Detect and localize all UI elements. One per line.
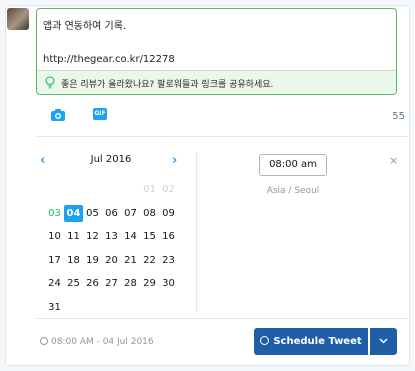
calendar-day-09[interactable]: 09: [159, 205, 178, 222]
gif-button[interactable]: GIF: [93, 108, 107, 120]
calendar-day-05[interactable]: 05: [83, 205, 102, 222]
calendar-day-31[interactable]: 31: [45, 299, 64, 316]
schedule-tweet-label: Schedule Tweet: [273, 336, 362, 347]
calendar-day-04[interactable]: 04: [64, 204, 83, 222]
calendar-day-03[interactable]: 03: [45, 205, 64, 222]
calendar-day-07[interactable]: 07: [121, 205, 140, 222]
next-month-button[interactable]: ›: [172, 153, 177, 168]
clock-icon: [40, 337, 48, 345]
calendar-empty-cell: [121, 181, 140, 198]
divider: [36, 136, 408, 137]
clock-icon: [260, 336, 270, 345]
calendar-grid: 01 02 03 04 05 06 07 08 09 10 11 12 13 14 15 16 17 18 19 20…: [45, 181, 178, 322]
calendar-day-10[interactable]: 10: [45, 228, 64, 245]
calendar-empty-cell: [83, 181, 102, 198]
calendar-empty-cell: [102, 181, 121, 198]
schedule-tweet-button[interactable]: Schedule Tweet: [254, 328, 368, 355]
calendar-day-22[interactable]: 22: [140, 252, 159, 269]
calendar-day-26[interactable]: 26: [83, 275, 102, 292]
calendar-day-30[interactable]: 30: [159, 275, 178, 292]
lightbulb-icon: [45, 76, 55, 89]
user-avatar: [7, 8, 29, 30]
calendar-day-21[interactable]: 21: [121, 252, 140, 269]
timezone-label: Asia / Seoul: [266, 186, 320, 196]
calendar-day-12[interactable]: 12: [83, 228, 102, 245]
calendar-day-19[interactable]: 19: [83, 252, 102, 269]
calendar-day-28[interactable]: 28: [121, 275, 140, 292]
calendar-day-17[interactable]: 17: [45, 252, 64, 269]
character-count: 55: [392, 111, 405, 122]
calendar-day-08[interactable]: 08: [140, 205, 159, 222]
calendar-day-27[interactable]: 27: [102, 275, 121, 292]
footer-divider: [36, 318, 408, 319]
scheduled-time-summary: 08:00 AM - 04 Jul 2016: [40, 337, 154, 347]
close-icon[interactable]: ×: [389, 154, 398, 167]
scheduled-time-text: 08:00 AM - 04 Jul 2016: [51, 337, 154, 347]
calendar-day-14[interactable]: 14: [121, 228, 140, 245]
calendar-day-16[interactable]: 16: [159, 228, 178, 245]
calendar-day-18[interactable]: 18: [64, 252, 83, 269]
tweet-url[interactable]: http://thegear.co.kr/12278: [43, 54, 175, 65]
camera-icon[interactable]: [50, 108, 66, 122]
calendar-day-29[interactable]: 29: [140, 275, 159, 292]
share-tip-text: 좋은 리뷰가 올라왔나요? 팔로워들과 링크를 공유하세요.: [61, 80, 274, 90]
chevron-down-icon: [379, 338, 388, 344]
calendar-day-01[interactable]: 01: [140, 181, 159, 198]
calendar-empty-cell: [45, 181, 64, 198]
calendar-day-11[interactable]: 11: [64, 228, 83, 245]
calendar-day-20[interactable]: 20: [102, 252, 121, 269]
time-input[interactable]: 08:00 am: [259, 154, 327, 176]
vertical-divider: [196, 152, 197, 312]
calendar-day-02[interactable]: 02: [159, 181, 178, 198]
calendar-day-15[interactable]: 15: [140, 228, 159, 245]
calendar-day-24[interactable]: 24: [45, 275, 64, 292]
schedule-options-dropdown[interactable]: [370, 328, 397, 355]
calendar-day-23[interactable]: 23: [159, 252, 178, 269]
tweet-composer[interactable]: 앱과 연동하여 기록. http://thegear.co.kr/12278 좋…: [36, 8, 397, 95]
calendar-empty-cell: [64, 181, 83, 198]
calendar-day-25[interactable]: 25: [64, 275, 83, 292]
tweet-text[interactable]: 앱과 연동하여 기록.: [43, 20, 126, 33]
share-tip-banner: 좋은 리뷰가 올라왔나요? 팔로워들과 링크를 공유하세요.: [37, 70, 396, 94]
month-label: Jul 2016: [90, 154, 132, 165]
calendar-day-06[interactable]: 06: [102, 205, 121, 222]
calendar-day-13[interactable]: 13: [102, 228, 121, 245]
